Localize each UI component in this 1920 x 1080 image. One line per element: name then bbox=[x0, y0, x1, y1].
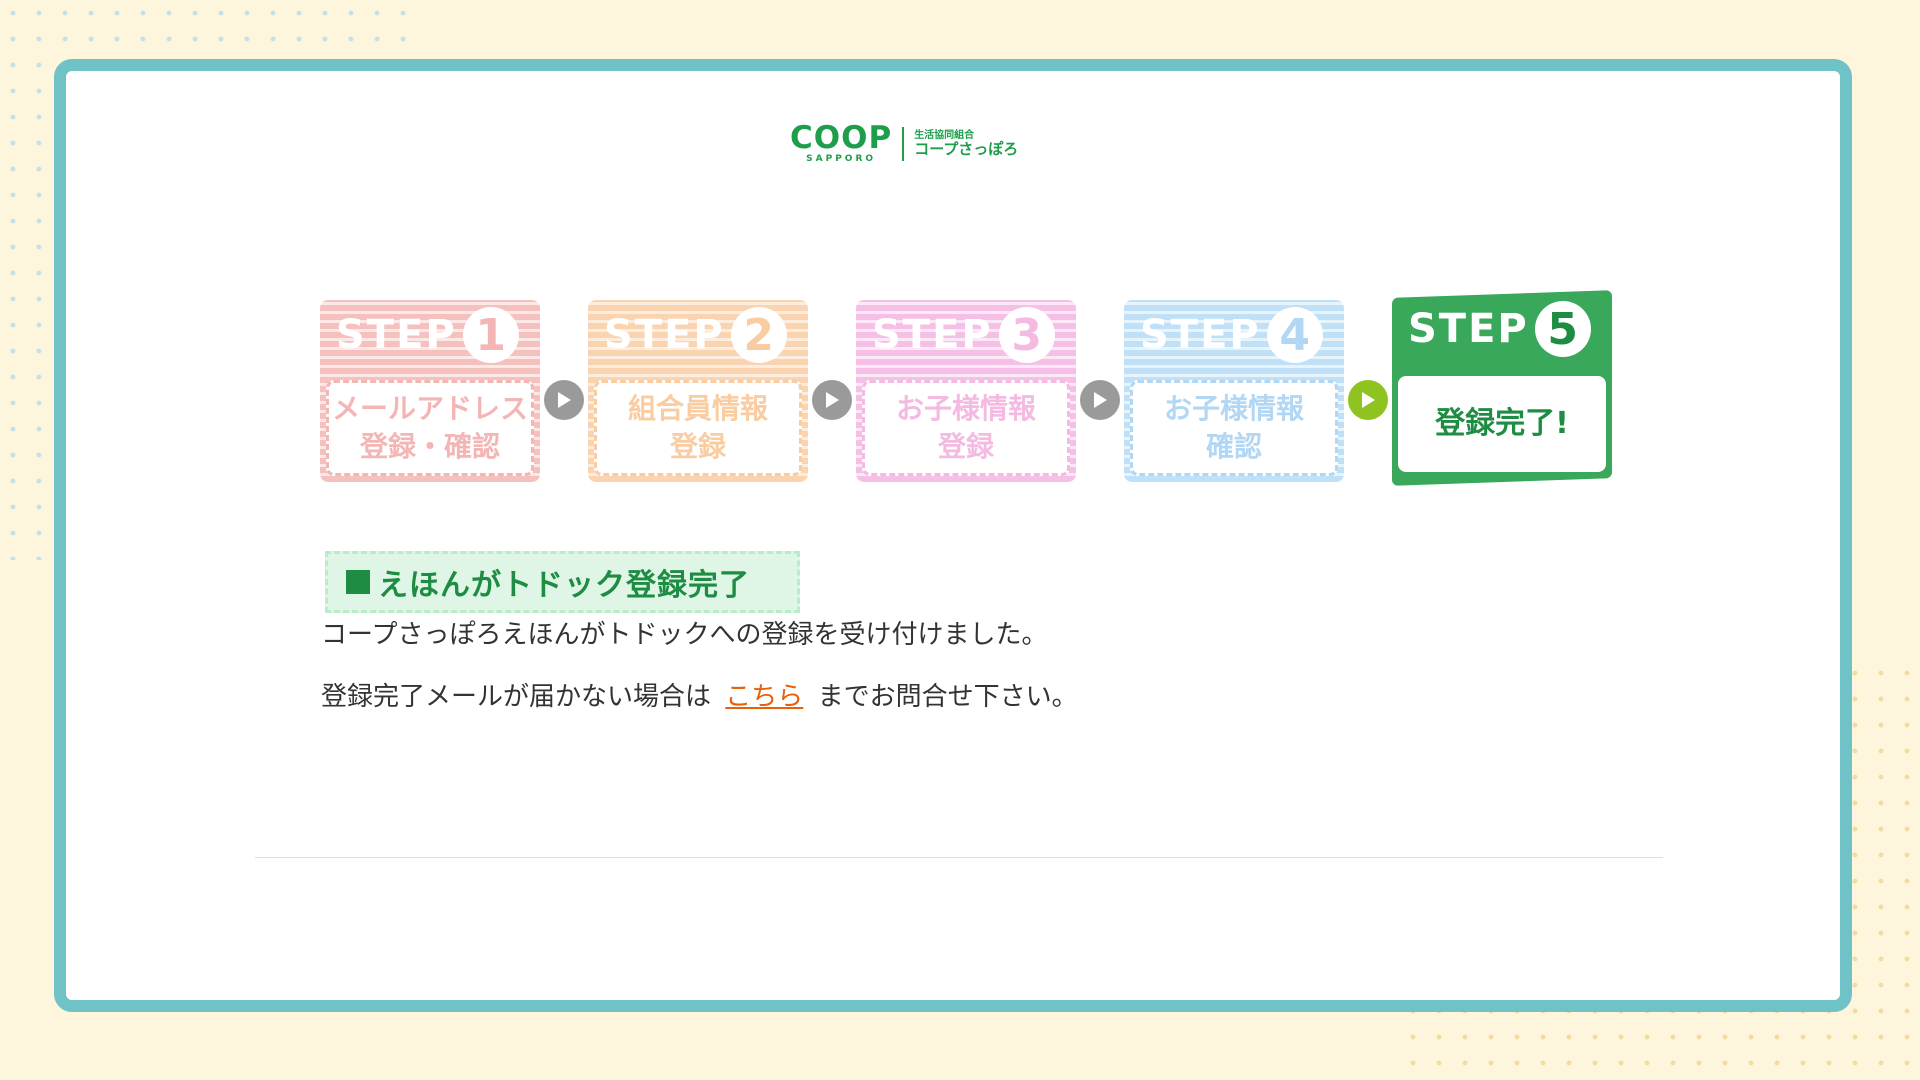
step-5-label-line1: 登録完了! bbox=[1435, 405, 1569, 441]
step-5-number: 5 bbox=[1534, 301, 1591, 357]
step-2: STEP 2 組合員情報 登録 bbox=[588, 300, 808, 482]
step-1-label-line2: 登録・確認 bbox=[359, 430, 500, 463]
coop-sapporo-logo: COOP SAPPORO 生活協同組合 コープさっぽろ bbox=[790, 123, 1018, 164]
completion-heading: えほんがトドック登録完了 bbox=[325, 551, 800, 613]
step-arrow-icon bbox=[812, 380, 852, 420]
step-4-number: 4 bbox=[1266, 307, 1323, 363]
step-4-label-line1: お子様情報 bbox=[1163, 392, 1304, 426]
heading-square-icon bbox=[346, 570, 370, 594]
step-1-number: 1 bbox=[462, 307, 519, 363]
step-1-label: メールアドレス 登録・確認 bbox=[326, 380, 534, 476]
step-arrow-icon bbox=[544, 380, 584, 420]
contact-link[interactable]: こちら bbox=[725, 682, 803, 712]
step-1: STEP 1 メールアドレス 登録・確認 bbox=[320, 300, 540, 482]
step-2-label-line2: 登録 bbox=[669, 430, 726, 463]
main-card bbox=[54, 59, 1852, 1012]
step-5-word: STEP bbox=[1408, 306, 1529, 352]
step-5-current: STEP 5 登録完了! bbox=[1392, 290, 1612, 486]
step-5-label: 登録完了! bbox=[1398, 376, 1606, 472]
divider bbox=[255, 857, 1663, 858]
step-2-label-line1: 組合員情報 bbox=[627, 392, 768, 426]
step-5-header: STEP 5 bbox=[1392, 294, 1612, 364]
completion-heading-text: えほんがトドック登録完了 bbox=[378, 568, 750, 603]
logo-brand-sub: SAPPORO bbox=[806, 154, 877, 164]
step-3-header: STEP 3 bbox=[856, 300, 1076, 370]
step-2-word: STEP bbox=[604, 312, 725, 358]
step-arrow-icon-active bbox=[1348, 380, 1388, 420]
step-3-label: お子様情報 登録 bbox=[862, 380, 1070, 476]
step-3-word: STEP bbox=[872, 312, 993, 358]
registration-step-indicator: STEP 1 メールアドレス 登録・確認 STEP 2 組合員情報 登録 STE… bbox=[320, 290, 1615, 486]
step-4-label-line2: 確認 bbox=[1205, 430, 1262, 463]
logo-separator bbox=[902, 126, 905, 161]
contact-message-before: 登録完了メールが届かない場合は bbox=[321, 682, 712, 712]
step-1-header: STEP 1 bbox=[320, 300, 540, 370]
logo-mark: COOP SAPPORO bbox=[790, 123, 892, 164]
logo-brand: COOP bbox=[790, 120, 893, 156]
step-3-number: 3 bbox=[998, 307, 1055, 363]
step-2-number: 2 bbox=[730, 307, 787, 363]
step-3: STEP 3 お子様情報 登録 bbox=[856, 300, 1076, 482]
step-4-header: STEP 4 bbox=[1124, 300, 1344, 370]
completion-message: コープさっぽろえほんがトドックへの登録を受け付けました。 bbox=[321, 620, 1048, 650]
step-2-header: STEP 2 bbox=[588, 300, 808, 370]
step-3-label-line1: お子様情報 bbox=[895, 392, 1036, 426]
step-4: STEP 4 お子様情報 確認 bbox=[1124, 300, 1344, 482]
step-2-label: 組合員情報 登録 bbox=[594, 380, 802, 476]
step-1-label-line1: メールアドレス bbox=[331, 392, 528, 426]
contact-message-after: までお問合せ下さい。 bbox=[817, 682, 1078, 712]
step-4-word: STEP bbox=[1140, 312, 1261, 358]
logo-org: 生活協同組合 コープさっぽろ bbox=[914, 130, 1018, 158]
logo-org-name: コープさっぽろ bbox=[914, 139, 1019, 158]
step-4-label: お子様情報 確認 bbox=[1130, 380, 1338, 476]
contact-message: 登録完了メールが届かない場合は こちら までお問合せ下さい。 bbox=[321, 676, 1078, 713]
step-arrow-icon bbox=[1080, 380, 1120, 420]
step-3-label-line2: 登録 bbox=[937, 430, 994, 463]
step-1-word: STEP bbox=[336, 312, 457, 358]
